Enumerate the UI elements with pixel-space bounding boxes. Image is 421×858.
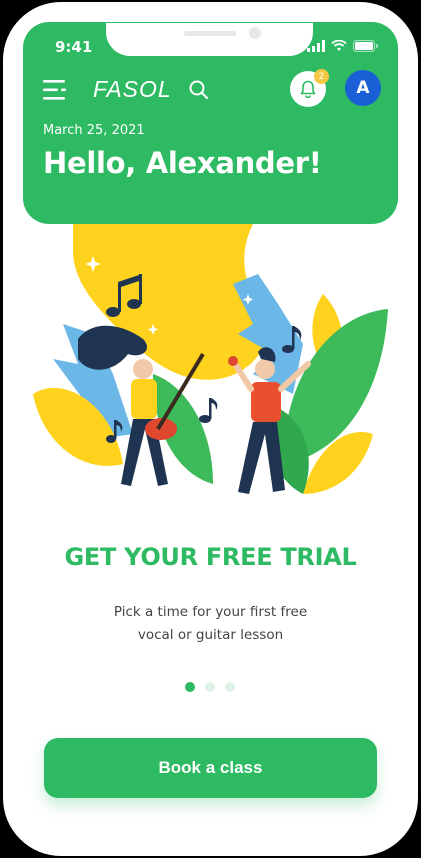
app-logo: FASOL — [93, 76, 172, 102]
promo-subtitle-line-1: Pick a time for your first free — [113, 604, 308, 620]
bell-icon — [300, 80, 316, 98]
notification-badge: 2 — [314, 69, 329, 84]
phone-frame: 9:41 FASOL 2 A March 25, 2021 Hello, Ale… — [3, 2, 418, 856]
device-notch — [106, 23, 313, 56]
avatar[interactable]: A — [345, 70, 381, 106]
search-icon[interactable] — [188, 79, 210, 101]
page-dot-1[interactable] — [185, 682, 195, 692]
promo-subtitle-line-2: vocal or guitar lesson — [137, 627, 284, 643]
greeting-title: Hello, Alexander! — [43, 146, 322, 180]
notifications-button[interactable]: 2 — [290, 69, 329, 107]
menu-icon[interactable] — [43, 79, 69, 101]
book-class-button[interactable]: Book a class — [44, 738, 377, 798]
status-icons — [307, 40, 378, 52]
wifi-icon — [331, 40, 347, 51]
page-indicator — [185, 682, 235, 692]
battery-icon — [353, 40, 378, 52]
promo-title: GET YOUR FREE TRIAL — [64, 543, 357, 571]
status-time: 9:41 — [55, 38, 93, 56]
current-date: March 25, 2021 — [43, 123, 145, 138]
page-dot-3[interactable] — [225, 682, 235, 692]
promo-subtitle: Pick a time for your first free vocal or… — [3, 601, 418, 647]
page-dot-2[interactable] — [205, 682, 215, 692]
musicians-illustration — [33, 224, 388, 494]
